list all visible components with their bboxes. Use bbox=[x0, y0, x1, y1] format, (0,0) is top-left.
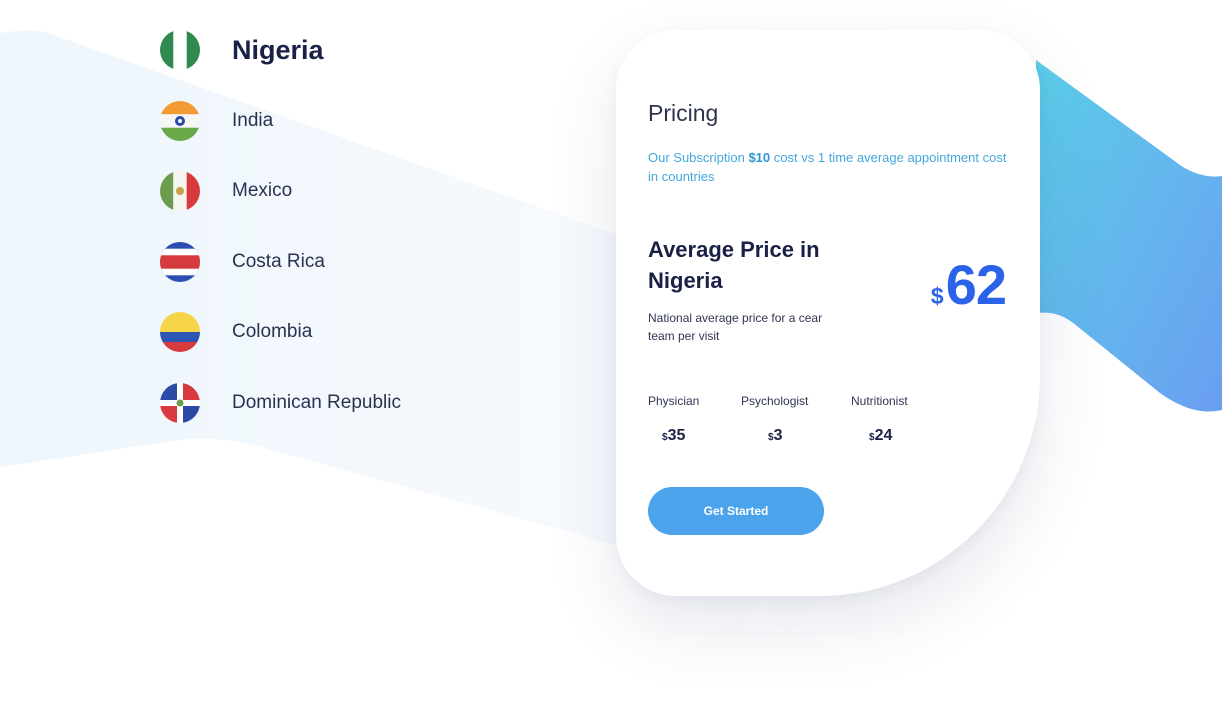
country-item-costa-rica[interactable]: Costa Rica bbox=[160, 242, 325, 282]
dominican-republic-flag-icon bbox=[160, 383, 200, 423]
india-flag-icon bbox=[160, 101, 200, 141]
price-number: 35 bbox=[667, 427, 686, 444]
country-name: Dominican Republic bbox=[232, 392, 401, 413]
price-number: 3 bbox=[773, 427, 783, 444]
subscription-note: Our Subscription $10 cost vs 1 time aver… bbox=[648, 148, 1010, 186]
specialist-nutritionist: Nutritionist $24 bbox=[851, 394, 908, 445]
country-name: Nigeria bbox=[232, 34, 324, 65]
country-item-colombia[interactable]: Colombia bbox=[160, 312, 312, 352]
country-item-india[interactable]: India bbox=[160, 101, 273, 141]
blue-wave-shape bbox=[1036, 60, 1222, 412]
specialist-physician: Physician $35 bbox=[648, 394, 699, 445]
get-started-button[interactable]: Get Started bbox=[648, 487, 824, 535]
pale-wave-shape bbox=[0, 30, 620, 546]
specialist-price: $35 bbox=[662, 427, 699, 445]
country-item-nigeria[interactable]: Nigeria bbox=[160, 30, 324, 70]
average-price-title: Average Price in Nigeria bbox=[648, 237, 820, 293]
mexico-flag-icon bbox=[160, 171, 200, 211]
specialist-label: Physician bbox=[648, 394, 700, 408]
specialist-label: Psychologist bbox=[741, 394, 809, 408]
price-number: 24 bbox=[874, 427, 893, 444]
country-name: Colombia bbox=[232, 321, 313, 342]
specialist-prices: Physician $35 Psychologist $3 Nutritioni… bbox=[648, 394, 968, 454]
country-item-dominican-republic[interactable]: Dominican Republic bbox=[160, 383, 401, 423]
costa-rica-flag-icon bbox=[160, 242, 200, 282]
pricing-card: Pricing Our Subscription $10 cost vs 1 t… bbox=[616, 30, 1040, 596]
subscription-price: $10 bbox=[748, 150, 771, 165]
currency-symbol: $ bbox=[930, 283, 944, 309]
country-name: Mexico bbox=[232, 180, 293, 201]
country-item-mexico[interactable]: Mexico bbox=[160, 171, 292, 211]
country-name: Costa Rica bbox=[232, 251, 325, 272]
colombia-flag-icon bbox=[160, 312, 200, 352]
specialist-price: $3 bbox=[768, 427, 808, 445]
average-price-description: National average price for a cear team p… bbox=[648, 311, 823, 343]
specialist-psychologist: Psychologist $3 bbox=[741, 394, 808, 445]
country-name: India bbox=[232, 110, 274, 131]
average-price-number: 62 bbox=[945, 253, 1007, 316]
nigeria-flag-icon bbox=[160, 30, 200, 70]
subscription-prefix: Our Subscription bbox=[648, 150, 745, 165]
specialist-price: $24 bbox=[869, 427, 908, 445]
average-price-value: $62 bbox=[930, 252, 1007, 317]
specialist-label: Nutritionist bbox=[851, 394, 908, 408]
pricing-heading: Pricing bbox=[648, 100, 719, 126]
